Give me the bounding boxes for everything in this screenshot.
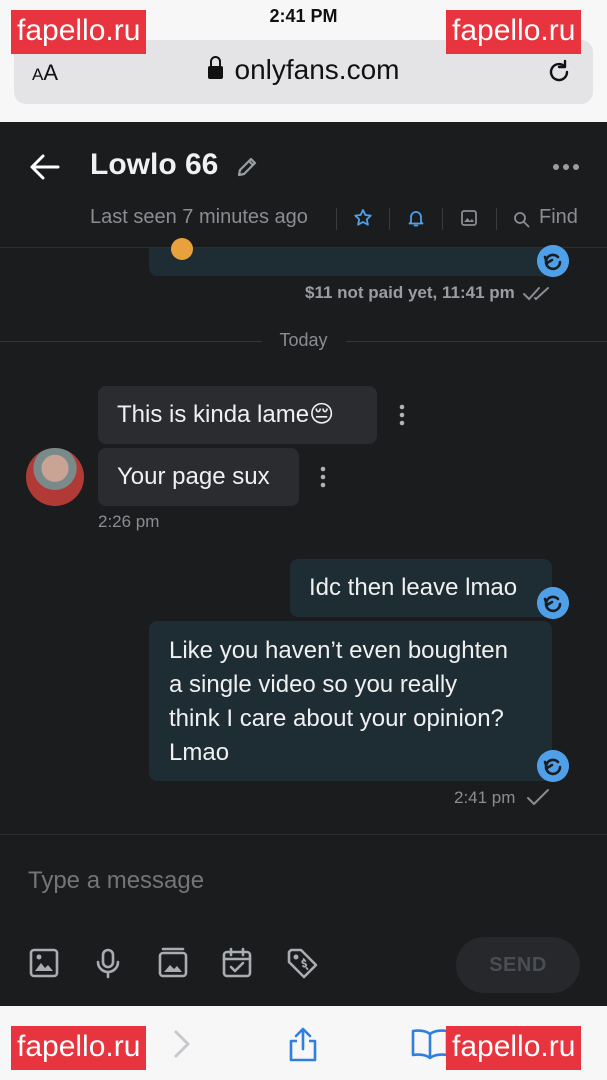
lock-icon [207,56,223,80]
pencil-icon[interactable] [234,154,260,180]
divider [336,208,337,230]
forward-icon[interactable] [166,1026,200,1062]
last-seen-status: Last seen 7 minutes ago [90,206,308,228]
more-icon[interactable] [551,160,581,174]
reply-icon[interactable] [537,245,569,277]
emoji-icon [171,238,193,260]
microphone-icon[interactable] [92,947,124,979]
url-text: onlyfans.com [234,54,400,85]
check-icon [527,789,549,806]
message-input[interactable] [28,863,578,899]
price-tag-icon[interactable] [286,947,318,979]
double-check-icon [523,287,549,301]
calendar-icon[interactable] [221,947,253,979]
watermark: fapello.ru [446,10,582,54]
watermark: fapello.ru [11,1026,147,1070]
reply-icon[interactable] [537,750,569,782]
chat-header: Lowlo 66 Last seen 7 minutes ago Find [0,122,607,248]
day-divider: Today [0,328,607,354]
send-button[interactable]: SEND [456,937,580,993]
bell-icon[interactable] [406,208,426,228]
message-options-icon[interactable] [319,466,327,488]
search-icon[interactable] [513,211,530,228]
avatar[interactable] [26,448,84,506]
message-text-line: Like you haven’t even boughten [169,637,508,664]
divider [442,208,443,230]
url-display[interactable]: onlyfans.com [14,54,593,86]
message-text-line: Lmao [169,739,230,766]
share-icon[interactable] [286,1026,320,1062]
message-time: 2:41 pm [454,788,516,807]
image-icon[interactable] [459,208,479,228]
image-icon[interactable] [28,947,60,979]
bookmarks-icon[interactable] [410,1026,450,1062]
message-text: Your page sux [117,463,270,490]
divider [496,208,497,230]
message-text: Idc then leave lmao [309,574,518,601]
message-bubble-outgoing[interactable]: Idc then leave lmao [290,559,552,617]
message-text-line: a single video so you really [169,671,458,698]
message-bubble-incoming[interactable]: Your page sux [98,448,299,506]
message-meta: $11 not paid yet, 11:41 pm [305,283,515,302]
gallery-icon[interactable] [157,947,189,979]
back-arrow-icon[interactable] [28,150,62,184]
message-time: 2:26 pm [98,512,160,531]
reload-icon[interactable] [545,58,573,86]
message-options-icon[interactable] [398,404,406,426]
star-icon[interactable] [353,208,373,228]
contact-name[interactable]: Lowlo 66 [90,148,218,182]
watermark: fapello.ru [446,1026,582,1070]
message-text-line: think I care about your opinion? [169,705,504,732]
watermark: fapello.ru [11,10,147,54]
message-text: This is kinda lame😔 [117,401,335,428]
message-bubble-outgoing[interactable] [149,238,552,276]
message-bubble-outgoing[interactable]: Like you haven’t even boughten a single … [149,621,552,781]
divider [389,208,390,230]
message-composer: SEND [0,834,607,1006]
reply-icon[interactable] [537,587,569,619]
find-button[interactable]: Find [539,206,578,229]
message-bubble-incoming[interactable]: This is kinda lame😔 [98,386,377,444]
